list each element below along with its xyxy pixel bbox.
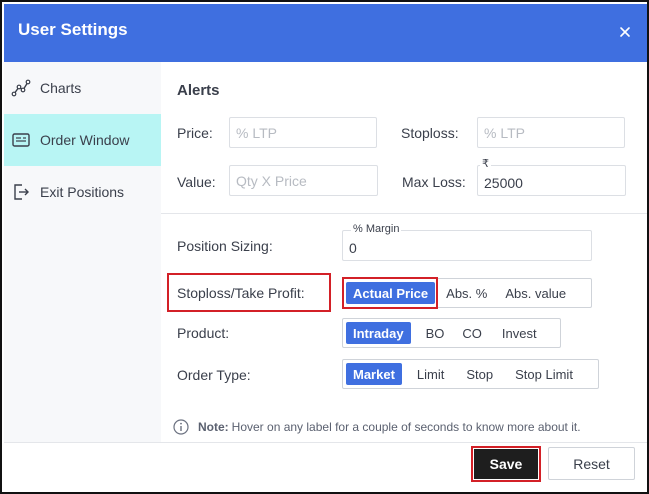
user-settings-dialog: User Settings Charts Order Window Exit P… <box>0 0 649 494</box>
dialog-title: User Settings <box>18 20 128 39</box>
dialog-footer: Save Reset <box>4 442 647 492</box>
sidebar-item-charts[interactable]: Charts <box>4 62 161 114</box>
hover-note: Note: Hover on any label for a couple of… <box>173 419 581 435</box>
currency-symbol: ₹ <box>480 157 491 170</box>
value-input[interactable]: Qty X Price <box>229 165 378 196</box>
max-loss-input[interactable]: 25000 <box>477 165 626 196</box>
order-type-label[interactable]: Order Type: <box>177 367 251 383</box>
sidebar-item-order-window[interactable]: Order Window <box>4 114 161 166</box>
chart-line-icon <box>11 79 31 97</box>
stoploss-input[interactable]: % LTP <box>477 117 625 148</box>
option-market[interactable]: Market <box>346 363 402 385</box>
margin-percent-field-label: % Margin <box>351 223 402 235</box>
option-abs-value[interactable]: Abs. value <box>498 282 573 304</box>
settings-sidebar: Charts Order Window Exit Positions <box>4 62 161 442</box>
max-loss-label[interactable]: Max Loss: <box>402 174 466 190</box>
note-prefix: Note: <box>198 420 229 434</box>
option-limit[interactable]: Limit <box>410 363 451 385</box>
value-label[interactable]: Value: <box>177 174 216 190</box>
dialog-header: User Settings <box>4 4 647 62</box>
position-sizing-label[interactable]: Position Sizing: <box>177 238 273 254</box>
option-intraday[interactable]: Intraday <box>346 322 411 344</box>
sidebar-item-exit-positions[interactable]: Exit Positions <box>4 166 161 218</box>
reset-button[interactable]: Reset <box>548 447 635 480</box>
order-window-panel: Alerts Price: % LTP Stoploss: % LTP Valu… <box>161 62 647 442</box>
section-title-alerts: Alerts <box>177 82 220 99</box>
option-stop-limit[interactable]: Stop Limit <box>508 363 580 385</box>
price-label[interactable]: Price: <box>177 125 213 141</box>
order-window-icon <box>12 133 30 147</box>
exit-icon <box>14 184 29 200</box>
save-button[interactable]: Save <box>474 449 538 479</box>
note-text: Hover on any label for a couple of secon… <box>231 420 581 434</box>
highlight-box <box>342 277 438 309</box>
option-stop[interactable]: Stop <box>459 363 500 385</box>
price-input[interactable]: % LTP <box>229 117 377 148</box>
option-abs-percent[interactable]: Abs. % <box>439 282 494 304</box>
product-label[interactable]: Product: <box>177 325 229 341</box>
option-bo[interactable]: BO <box>419 322 452 344</box>
info-icon <box>173 419 189 435</box>
option-invest[interactable]: Invest <box>495 322 544 344</box>
sidebar-item-label: Charts <box>40 80 82 96</box>
product-toggle: Intraday BO CO Invest <box>342 318 561 348</box>
stoploss-take-profit-label[interactable]: Stoploss/Take Profit: <box>177 285 305 301</box>
section-divider <box>161 213 647 214</box>
stoploss-label[interactable]: Stoploss: <box>401 125 459 141</box>
order-type-toggle: Market Limit Stop Stop Limit <box>342 359 599 389</box>
close-icon[interactable] <box>617 24 633 40</box>
sidebar-item-label: Exit Positions <box>40 184 125 200</box>
sidebar-item-label: Order Window <box>40 132 130 148</box>
option-co[interactable]: CO <box>455 322 489 344</box>
